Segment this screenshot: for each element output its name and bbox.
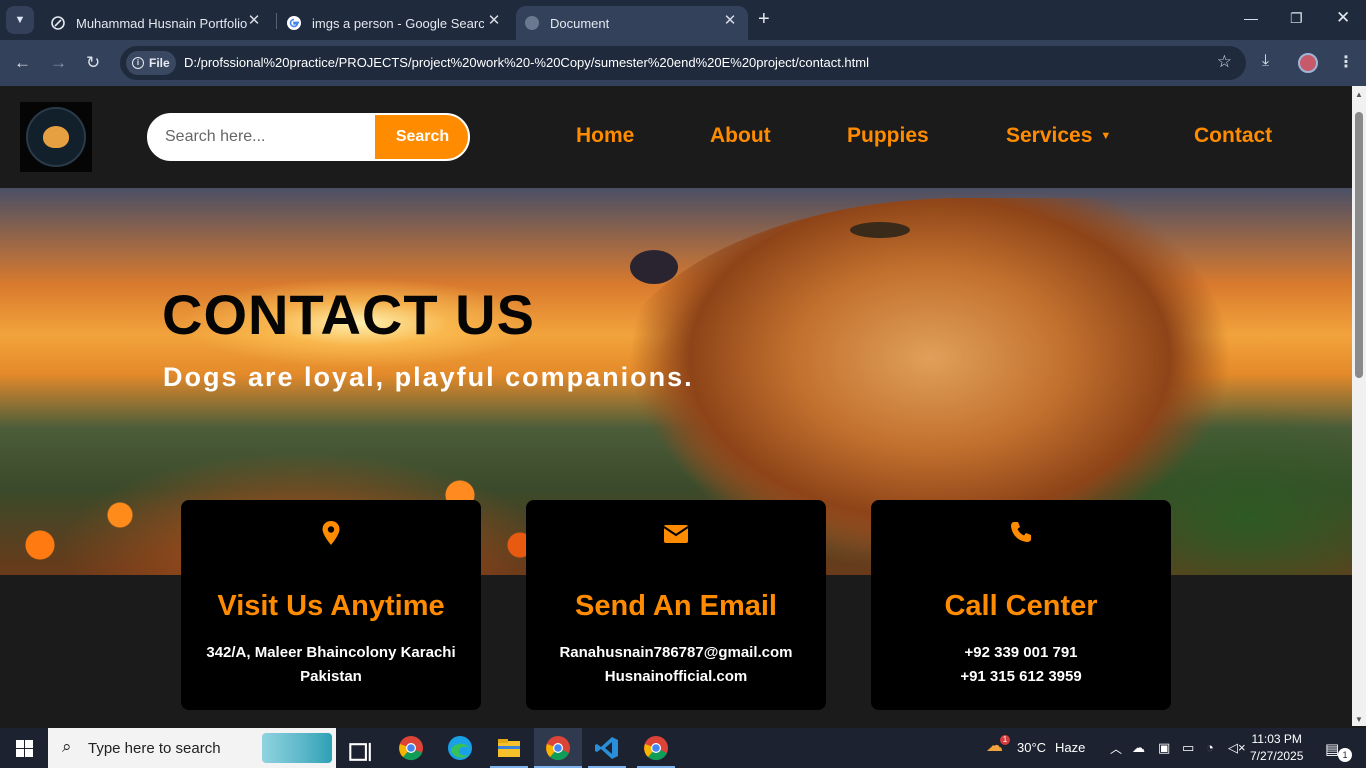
- restore-icon[interactable]: ❐: [1290, 10, 1303, 27]
- edge-icon[interactable]: [447, 735, 473, 761]
- url-text[interactable]: D:/profssional%20practice/PROJECTS/proje…: [184, 55, 869, 70]
- scroll-up-icon[interactable]: ▲: [1355, 90, 1363, 99]
- download-icon[interactable]: ⤓: [1262, 52, 1269, 70]
- card-line-address: 342/A, Maleer Bhaincolony Karachi: [206, 644, 456, 661]
- tab-strip: ▼ Muhammad Husnain Portfolio D ✕ imgs a …: [0, 0, 1366, 40]
- card-line-phone-1[interactable]: +92 339 001 791: [871, 644, 1171, 661]
- hero-dog-eye: [850, 222, 910, 238]
- file-explorer-icon[interactable]: [496, 735, 522, 761]
- card-line-email[interactable]: Ranahusnain786787@gmail.com: [526, 644, 826, 661]
- dog-logo-icon: [43, 126, 69, 148]
- system-clock[interactable]: 11:03 PM 7/27/2025: [1250, 731, 1303, 765]
- windows-start-icon[interactable]: [16, 740, 33, 757]
- web-page: Search Home About Puppies Services ▼ Cont…: [0, 86, 1352, 726]
- chrome-icon[interactable]: [545, 735, 571, 761]
- hero-subtitle: Dogs are loyal, playful companions.: [163, 362, 694, 392]
- search-highlight-image: [262, 733, 332, 763]
- weather-condition: Haze: [1055, 740, 1086, 755]
- page-scrollbar[interactable]: ▲ ▼: [1352, 86, 1366, 726]
- github-icon: [51, 16, 65, 30]
- search-button[interactable]: Search: [375, 115, 468, 159]
- tab-search-button[interactable]: ▼: [6, 6, 34, 34]
- site-info-chip[interactable]: i File: [126, 51, 176, 75]
- card-title: Visit Us Anytime: [217, 590, 445, 622]
- weather-temp: 30°C: [1017, 740, 1047, 755]
- site-info-label: File: [149, 56, 170, 70]
- scroll-down-icon[interactable]: ▼: [1355, 715, 1363, 724]
- search-icon: ⌕: [62, 737, 72, 756]
- chrome-icon[interactable]: [398, 735, 424, 761]
- clock-date: 7/27/2025: [1250, 749, 1304, 763]
- task-view-icon[interactable]: [349, 739, 375, 765]
- profile-avatar[interactable]: [1298, 53, 1318, 73]
- info-icon: i: [132, 57, 144, 69]
- forward-icon[interactable]: →: [50, 53, 67, 73]
- window-close-icon[interactable]: ✕: [1336, 8, 1350, 28]
- hero-dog-nose: [630, 250, 678, 284]
- scroll-thumb[interactable]: [1355, 112, 1363, 378]
- taskbar-search-label: Type here to search: [88, 740, 221, 757]
- tab-title: Muhammad Husnain Portfolio D: [76, 15, 248, 31]
- hero-title: CONTACT US: [162, 283, 535, 346]
- vscode-icon[interactable]: [594, 735, 620, 761]
- windows-taskbar: ⌕ Type here to search ☁ 1 30°C Haze ︿ ☁ …: [0, 728, 1366, 768]
- card-line-website[interactable]: Husnainofficial.com: [526, 668, 826, 685]
- address-bar[interactable]: i File D:/profssional%20practice/PROJECT…: [120, 46, 1246, 80]
- search-input[interactable]: [149, 115, 375, 159]
- close-tab-icon[interactable]: ✕: [722, 13, 738, 29]
- nav-contact[interactable]: Contact: [1194, 124, 1272, 148]
- close-tab-icon[interactable]: ✕: [246, 13, 262, 29]
- clock-time: 11:03 PM: [1251, 732, 1302, 746]
- contact-card-call: Call Center +92 339 001 791 +91 315 612 …: [871, 500, 1171, 710]
- taskbar-search[interactable]: ⌕ Type here to search: [48, 728, 336, 768]
- menu-kebab-icon[interactable]: ⋮: [1338, 52, 1354, 72]
- card-line-country: Pakistan: [300, 668, 362, 685]
- tab-portfolio[interactable]: Muhammad Husnain Portfolio D ✕: [42, 6, 272, 40]
- notification-badge: 1: [1338, 748, 1352, 762]
- nav-about[interactable]: About: [710, 124, 771, 148]
- close-tab-icon[interactable]: ✕: [486, 13, 502, 29]
- weather-badge: 1: [1000, 735, 1010, 745]
- phone-icon: [871, 520, 1171, 550]
- wifi-icon[interactable]: ◔: [1206, 740, 1214, 755]
- browser-toolbar: ← → ↻ i File D:/profssional%20practice/P…: [0, 40, 1366, 86]
- card-line-phone-2[interactable]: +91 315 612 3959: [871, 668, 1171, 685]
- volume-muted-icon[interactable]: ◁×: [1228, 740, 1246, 756]
- logo-badge: [26, 107, 86, 167]
- reload-icon[interactable]: ↻: [86, 53, 100, 73]
- back-icon[interactable]: ←: [14, 53, 31, 73]
- nav-services[interactable]: Services ▼: [1006, 124, 1111, 148]
- minimize-icon[interactable]: —: [1244, 10, 1258, 26]
- globe-icon: [525, 16, 539, 30]
- tab-title: imgs a person - Google Search: [312, 15, 484, 31]
- contact-card-visit: Visit Us Anytime 342/A, Maleer Bhaincolo…: [181, 500, 481, 710]
- site-logo[interactable]: [20, 102, 92, 172]
- battery-icon[interactable]: ▭: [1182, 740, 1194, 756]
- tab-separator: [276, 13, 277, 29]
- map-pin-icon: [181, 520, 481, 550]
- cloud-sync-icon[interactable]: ☁: [1132, 740, 1145, 756]
- chrome-icon[interactable]: [643, 735, 669, 761]
- tab-google-search[interactable]: imgs a person - Google Search ✕: [280, 6, 512, 40]
- tab-title: Document: [550, 15, 610, 31]
- nav-puppies[interactable]: Puppies: [847, 124, 929, 148]
- tray-overflow-icon[interactable]: ︿: [1110, 740, 1122, 757]
- caret-down-icon: ▼: [1100, 130, 1112, 142]
- envelope-icon: [526, 520, 826, 550]
- new-tab-icon[interactable]: +: [758, 9, 770, 29]
- nav-services-label: Services: [1006, 124, 1093, 147]
- card-title: Call Center: [944, 590, 1098, 622]
- site-header: Search Home About Puppies Services ▼ Cont…: [0, 86, 1352, 188]
- google-icon: [287, 16, 301, 30]
- site-search: Search: [147, 113, 470, 161]
- card-title: Send An Email: [575, 590, 777, 622]
- tab-document[interactable]: Document ✕: [516, 6, 748, 40]
- bookmark-star-icon[interactable]: ☆: [1217, 52, 1232, 72]
- meet-icon[interactable]: ▣: [1158, 740, 1170, 756]
- contact-card-email: Send An Email Ranahusnain786787@gmail.co…: [526, 500, 826, 710]
- nav-home[interactable]: Home: [576, 124, 634, 148]
